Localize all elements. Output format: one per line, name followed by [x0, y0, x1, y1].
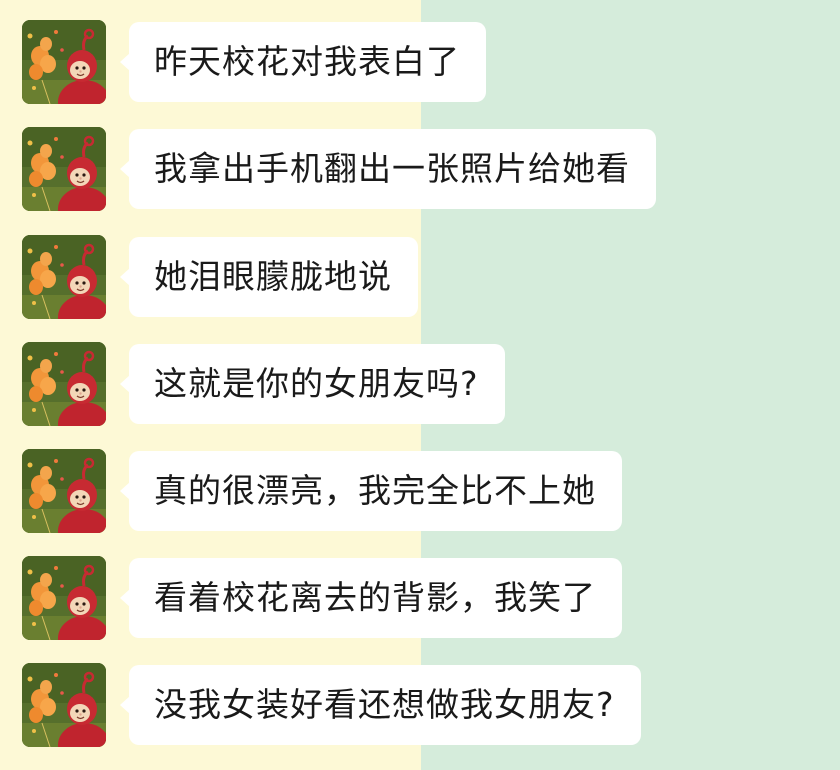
message-bubble[interactable]: 昨天校花对我表白了 — [120, 22, 486, 102]
message-row: 昨天校花对我表白了 — [22, 20, 822, 104]
message-row: 看着校花离去的背影，我笑了 — [22, 556, 822, 640]
avatar[interactable] — [22, 556, 106, 640]
message-bubble[interactable]: 真的很漂亮，我完全比不上她 — [120, 451, 622, 531]
message-row: 这就是你的女朋友吗? — [22, 342, 822, 426]
message-bubble[interactable]: 她泪眼朦胧地说 — [120, 237, 418, 317]
red-teletubby-avatar-icon — [22, 20, 106, 104]
avatar[interactable] — [22, 127, 106, 211]
avatar[interactable] — [22, 449, 106, 533]
message-row: 我拿出手机翻出一张照片给她看 — [22, 127, 822, 211]
red-teletubby-avatar-icon — [22, 556, 106, 640]
red-teletubby-avatar-icon — [22, 663, 106, 747]
message-bubble[interactable]: 没我女装好看还想做我女朋友? — [120, 665, 641, 745]
avatar[interactable] — [22, 663, 106, 747]
avatar[interactable] — [22, 342, 106, 426]
avatar[interactable] — [22, 235, 106, 319]
message-row: 她泪眼朦胧地说 — [22, 235, 822, 319]
message-row: 没我女装好看还想做我女朋友? — [22, 663, 822, 747]
message-bubble[interactable]: 看着校花离去的背影，我笑了 — [120, 558, 622, 638]
chat-message-list: 昨天校花对我表白了 我拿出手机翻出一张照片给她看 她泪眼朦胧地说 这就是你的女朋… — [0, 0, 840, 770]
message-bubble[interactable]: 我拿出手机翻出一张照片给她看 — [120, 129, 656, 209]
red-teletubby-avatar-icon — [22, 235, 106, 319]
red-teletubby-avatar-icon — [22, 449, 106, 533]
message-bubble[interactable]: 这就是你的女朋友吗? — [120, 344, 505, 424]
message-row: 真的很漂亮，我完全比不上她 — [22, 449, 822, 533]
red-teletubby-avatar-icon — [22, 127, 106, 211]
avatar[interactable] — [22, 20, 106, 104]
red-teletubby-avatar-icon — [22, 342, 106, 426]
